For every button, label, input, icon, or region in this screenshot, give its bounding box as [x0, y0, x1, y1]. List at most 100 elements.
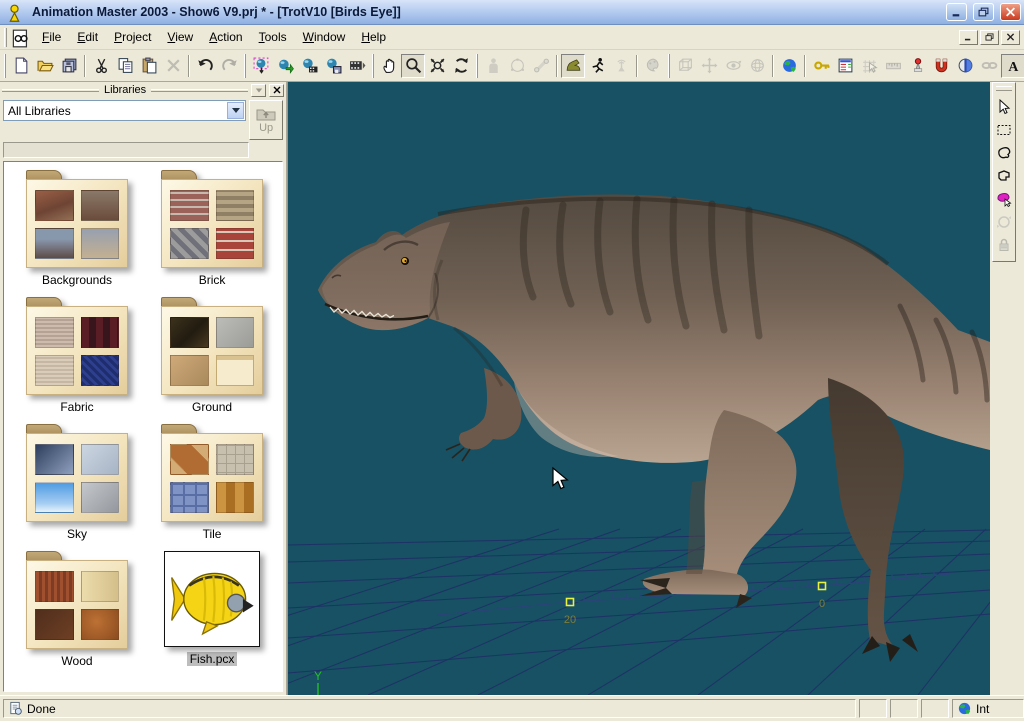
menu-view[interactable]: View — [159, 27, 201, 47]
filmstrip-icon[interactable] — [345, 54, 369, 78]
library-item-sky[interactable]: Sky — [10, 424, 144, 541]
menu-window[interactable]: Window — [295, 27, 354, 47]
key-icon[interactable] — [809, 54, 833, 78]
menu-action[interactable]: Action — [201, 27, 250, 47]
toolbar-grip[interactable] — [244, 54, 246, 78]
panel-close-button[interactable] — [269, 84, 284, 97]
turn-view-icon[interactable] — [449, 54, 473, 78]
library-list: Backgrounds Brick Fabric Ground Sky Tile Wood F… — [3, 161, 283, 692]
toolbar-grip[interactable] — [4, 54, 6, 78]
title-bar: Animation Master 2003 - Show6 V9.prj * -… — [0, 0, 1024, 25]
library-item-backgrounds[interactable]: Backgrounds — [10, 170, 144, 287]
library-item-fish-pcx[interactable]: Fish.pcx — [145, 551, 279, 668]
zoom-fit-icon[interactable] — [425, 54, 449, 78]
folder-icon — [26, 424, 128, 522]
texture-thumbnail — [35, 609, 74, 640]
render-to-file-icon[interactable] — [321, 54, 345, 78]
texture-thumbnail — [170, 317, 209, 348]
library-item-tile[interactable]: Tile — [145, 424, 279, 541]
mdi-minimize-button[interactable] — [959, 30, 978, 45]
palette-icon — [641, 54, 665, 78]
world-rotate-icon[interactable] — [953, 54, 977, 78]
save-all-icon[interactable] — [57, 54, 81, 78]
status-pane — [921, 699, 949, 718]
texture-thumbnail — [35, 228, 74, 259]
toolbar-grip[interactable] — [476, 54, 478, 78]
mdi-close-button[interactable] — [1001, 30, 1020, 45]
library-item-label: Fabric — [57, 400, 96, 414]
redo-icon — [217, 54, 241, 78]
folder-icon — [161, 170, 263, 268]
texture-thumbnail — [81, 571, 120, 602]
texture-thumbnail — [216, 190, 255, 221]
toolbar-grip[interactable] — [372, 54, 374, 78]
cut-icon[interactable] — [89, 54, 113, 78]
bone-mode-icon — [529, 54, 553, 78]
texture-thumbnail — [170, 482, 209, 513]
menu-help[interactable]: Help — [353, 27, 394, 47]
render-mode-icon[interactable] — [249, 54, 273, 78]
skeletal-mode-icon[interactable] — [585, 54, 609, 78]
rotate-3d-icon — [721, 54, 745, 78]
status-message: Done — [27, 702, 56, 716]
copy-icon[interactable] — [113, 54, 137, 78]
toolbar-grip[interactable] — [668, 54, 670, 78]
menu-tools[interactable]: Tools — [251, 27, 295, 47]
pushpin-icon[interactable] — [905, 54, 929, 78]
fish-image-thumbnail — [164, 551, 260, 647]
library-item-label: Wood — [58, 654, 95, 668]
library-path-field — [3, 142, 249, 158]
library-item-ground[interactable]: Ground — [145, 297, 279, 414]
distort-mode-icon — [505, 54, 529, 78]
quick-render-icon[interactable] — [297, 54, 321, 78]
library-item-label: Backgrounds — [39, 273, 115, 287]
status-message-pane: Done — [3, 699, 856, 718]
select-arrow-icon[interactable] — [994, 97, 1014, 117]
rollup-button[interactable] — [251, 84, 266, 97]
menu-edit[interactable]: Edit — [69, 27, 106, 47]
texture-thumbnail — [81, 190, 120, 221]
lasso-select-icon[interactable] — [994, 143, 1014, 163]
minimize-button[interactable] — [946, 3, 967, 21]
toolbar-separator — [188, 55, 190, 77]
window-title: Animation Master 2003 - Show6 V9.prj * -… — [32, 5, 940, 19]
texture-thumbnail — [35, 444, 74, 475]
render-lock-icon[interactable] — [273, 54, 297, 78]
texture-thumbnail — [216, 482, 255, 513]
main-area: Libraries All Libraries Up BackgroundsBr… — [0, 82, 1024, 695]
polygon-lasso-icon[interactable] — [994, 166, 1014, 186]
toolbar-grip[interactable] — [996, 86, 1012, 91]
new-icon[interactable] — [9, 54, 33, 78]
group-pick-icon[interactable] — [994, 189, 1014, 209]
properties-icon[interactable] — [833, 54, 857, 78]
libraries-header: Libraries — [0, 82, 286, 98]
library-filter-select[interactable]: All Libraries — [3, 100, 246, 121]
zoom-icon[interactable] — [401, 54, 425, 78]
restore-button[interactable] — [973, 3, 994, 21]
menu-file[interactable]: File — [34, 27, 69, 47]
chevron-down-icon[interactable] — [227, 102, 244, 119]
muscle-mode-icon[interactable] — [561, 54, 585, 78]
library-item-label: Sky — [64, 527, 90, 541]
close-button[interactable] — [1000, 3, 1021, 21]
status-zone-pane: Int — [952, 699, 1024, 718]
viewport[interactable]: 20 0 — [287, 82, 990, 695]
library-item-wood[interactable]: Wood — [10, 551, 144, 668]
magnet-icon[interactable] — [929, 54, 953, 78]
right-tool-rail — [990, 82, 1024, 695]
texture-thumbnail — [170, 355, 209, 386]
header-groove — [2, 89, 99, 92]
mdi-restore-button[interactable] — [980, 30, 999, 45]
earth-icon[interactable] — [777, 54, 801, 78]
marquee-select-icon[interactable] — [994, 120, 1014, 140]
link-icon — [977, 54, 1001, 78]
menu-project[interactable]: Project — [106, 27, 159, 47]
library-item-fabric[interactable]: Fabric — [10, 297, 144, 414]
font-icon[interactable]: A — [1001, 54, 1024, 78]
undo-icon[interactable] — [193, 54, 217, 78]
pan-hand-icon[interactable] — [377, 54, 401, 78]
paste-icon[interactable] — [137, 54, 161, 78]
wire-cube-icon — [673, 54, 697, 78]
library-item-brick[interactable]: Brick — [145, 170, 279, 287]
open-icon[interactable] — [33, 54, 57, 78]
